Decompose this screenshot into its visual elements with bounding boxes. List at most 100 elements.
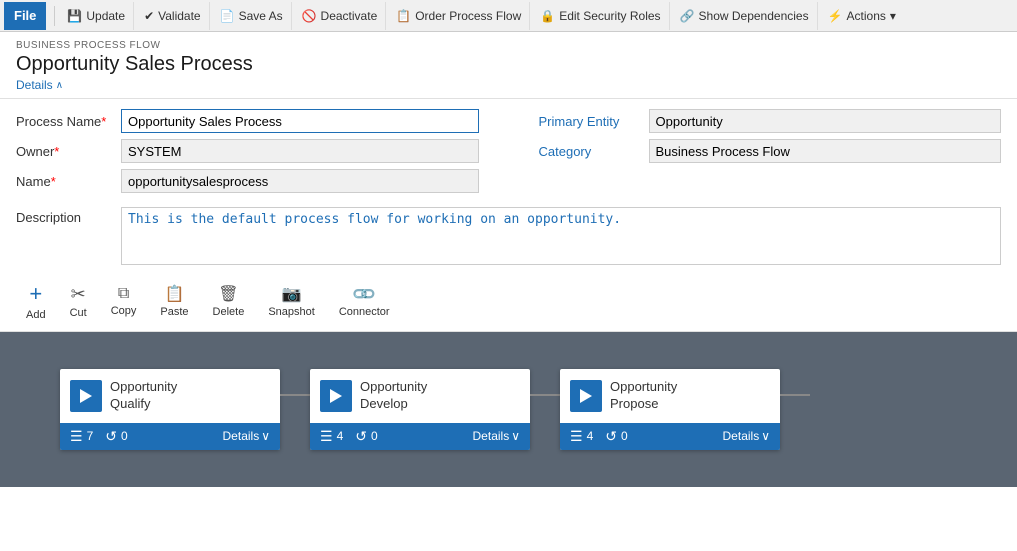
stage-card-0[interactable]: Opportunity Qualify ☰ 7 ↺ 0 Details — [60, 369, 280, 450]
validate-icon: ✔ — [144, 9, 154, 23]
steps-icon-1: ☰ — [320, 428, 333, 445]
delete-label: Delete — [213, 306, 245, 318]
description-label: Description — [16, 207, 121, 225]
stage-header-1: Opportunity Develop — [310, 369, 530, 423]
snapshot-label: Snapshot — [268, 306, 314, 318]
update-icon: 💾 — [67, 9, 82, 23]
chevron-down-icon-2: ∨ — [761, 429, 770, 443]
stage-header-2: Opportunity Propose — [560, 369, 780, 423]
cut-icon: ✂ — [71, 284, 86, 305]
delete-icon: 🗑 — [218, 284, 238, 304]
stage-refresh-0: ↺ 0 — [105, 428, 127, 445]
stage-title-2: Opportunity Propose — [610, 379, 677, 413]
stage-title-1: Opportunity Develop — [360, 379, 427, 413]
update-button[interactable]: 💾 Update — [59, 2, 134, 30]
steps-icon-0: ☰ — [70, 428, 83, 445]
stage-details-btn-2[interactable]: Details ∨ — [723, 429, 770, 443]
stage-footer-0: ☰ 7 ↺ 0 Details ∨ — [60, 423, 280, 450]
name-input[interactable] — [121, 169, 479, 193]
category-label: Category — [539, 144, 649, 159]
connector-line-2 — [530, 394, 560, 396]
connector-line-3 — [780, 394, 810, 396]
add-button[interactable]: + Add — [16, 277, 56, 325]
form-grid: Process Name* Owner* Name* Primary Entit… — [0, 99, 1017, 203]
stage-refresh-1: ↺ 0 — [355, 428, 377, 445]
stage-card-1[interactable]: Opportunity Develop ☰ 4 ↺ 0 Details — [310, 369, 530, 450]
dependencies-icon: 🔗 — [680, 9, 695, 23]
stage-details-btn-1[interactable]: Details ∨ — [473, 429, 520, 443]
add-label: Add — [26, 309, 46, 321]
name-label: Name* — [16, 174, 121, 189]
chevron-down-icon-1: ∨ — [511, 429, 520, 443]
add-icon: + — [29, 281, 42, 307]
snapshot-button[interactable]: 📷 Snapshot — [258, 280, 324, 322]
form-left-col: Process Name* Owner* Name* — [16, 109, 479, 199]
process-name-row: Process Name* — [16, 109, 479, 133]
edit-security-roles-button[interactable]: 🔒 Edit Security Roles — [532, 2, 669, 30]
save-as-icon: 📄 — [220, 9, 235, 23]
connector-icon: 🔗 — [350, 280, 378, 308]
process-name-input[interactable] — [121, 109, 479, 133]
paste-button[interactable]: 📋 Paste — [150, 280, 198, 322]
name-row: Name* — [16, 169, 479, 193]
file-button[interactable]: File — [4, 2, 46, 30]
stage-header-0: Opportunity Qualify — [60, 369, 280, 423]
action-toolbar: + Add ✂ Cut ⧉ Copy 📋 Paste 🗑 Delete 📷 Sn… — [0, 271, 1017, 332]
stage-steps-1: ☰ 4 — [320, 428, 343, 445]
steps-icon-2: ☰ — [570, 428, 583, 445]
chevron-down-icon-0: ∨ — [261, 429, 270, 443]
header-area: BUSINESS PROCESS FLOW Opportunity Sales … — [0, 32, 1017, 99]
delete-button[interactable]: 🗑 Delete — [203, 280, 255, 322]
owner-input[interactable] — [121, 139, 479, 163]
connector-button[interactable]: 🔗 Connector — [329, 280, 400, 322]
refresh-icon-2: ↺ — [605, 428, 617, 445]
refresh-icon-0: ↺ — [105, 428, 117, 445]
paste-label: Paste — [160, 306, 188, 318]
order-icon: 📋 — [396, 9, 411, 23]
chevron-up-icon: ∧ — [56, 80, 63, 91]
stage-steps-2: ☰ 4 — [570, 428, 593, 445]
canvas-wrapper: Opportunity Qualify ☰ 7 ↺ 0 Details — [20, 349, 850, 470]
breadcrumb: BUSINESS PROCESS FLOW — [16, 40, 1001, 51]
process-name-label: Process Name* — [16, 114, 121, 129]
paste-icon: 📋 — [165, 284, 185, 304]
show-dependencies-button[interactable]: 🔗 Show Dependencies — [672, 2, 818, 30]
stage-icon-0 — [70, 380, 102, 412]
copy-label: Copy — [111, 305, 137, 317]
snapshot-icon: 📷 — [282, 284, 302, 304]
copy-icon: ⧉ — [118, 285, 129, 303]
owner-label: Owner* — [16, 144, 121, 159]
cut-label: Cut — [70, 307, 87, 319]
stage-steps-0: ☰ 7 — [70, 428, 93, 445]
refresh-icon-1: ↺ — [355, 428, 367, 445]
owner-row: Owner* — [16, 139, 479, 163]
validate-button[interactable]: ✔ Validate — [136, 2, 210, 30]
save-as-button[interactable]: 📄 Save As — [212, 2, 292, 30]
stage-title-0: Opportunity Qualify — [110, 379, 177, 413]
deactivate-button[interactable]: 🚫 Deactivate — [294, 2, 387, 30]
cut-button[interactable]: ✂ Cut — [60, 280, 97, 323]
actions-button[interactable]: ⚡ Actions ▾ — [820, 2, 904, 30]
security-icon: 🔒 — [540, 9, 555, 23]
category-row: Category — [539, 139, 1002, 163]
canvas-area: Opportunity Qualify ☰ 7 ↺ 0 Details — [0, 332, 1017, 487]
stage-footer-2: ☰ 4 ↺ 0 Details ∨ — [560, 423, 780, 450]
chevron-down-icon: ▾ — [890, 9, 896, 23]
separator-1 — [54, 6, 55, 26]
description-textarea[interactable]: This is the default process flow for wor… — [121, 207, 1001, 265]
deactivate-icon: 🚫 — [302, 9, 317, 23]
copy-button[interactable]: ⧉ Copy — [101, 281, 147, 321]
page-title: Opportunity Sales Process — [16, 53, 1001, 76]
stage-refresh-2: ↺ 0 — [605, 428, 627, 445]
stage-details-btn-0[interactable]: Details ∨ — [223, 429, 270, 443]
details-link[interactable]: Details ∧ — [16, 78, 1001, 92]
actions-icon: ⚡ — [828, 9, 843, 23]
stage-icon-2 — [570, 380, 602, 412]
order-process-flow-button[interactable]: 📋 Order Process Flow — [388, 2, 530, 30]
stage-icon-1 — [320, 380, 352, 412]
stage-footer-1: ☰ 4 ↺ 0 Details ∨ — [310, 423, 530, 450]
primary-entity-label: Primary Entity — [539, 114, 649, 129]
category-input[interactable] — [649, 139, 1002, 163]
primary-entity-input[interactable] — [649, 109, 1002, 133]
stage-card-2[interactable]: Opportunity Propose ☰ 4 ↺ 0 Details — [560, 369, 780, 450]
